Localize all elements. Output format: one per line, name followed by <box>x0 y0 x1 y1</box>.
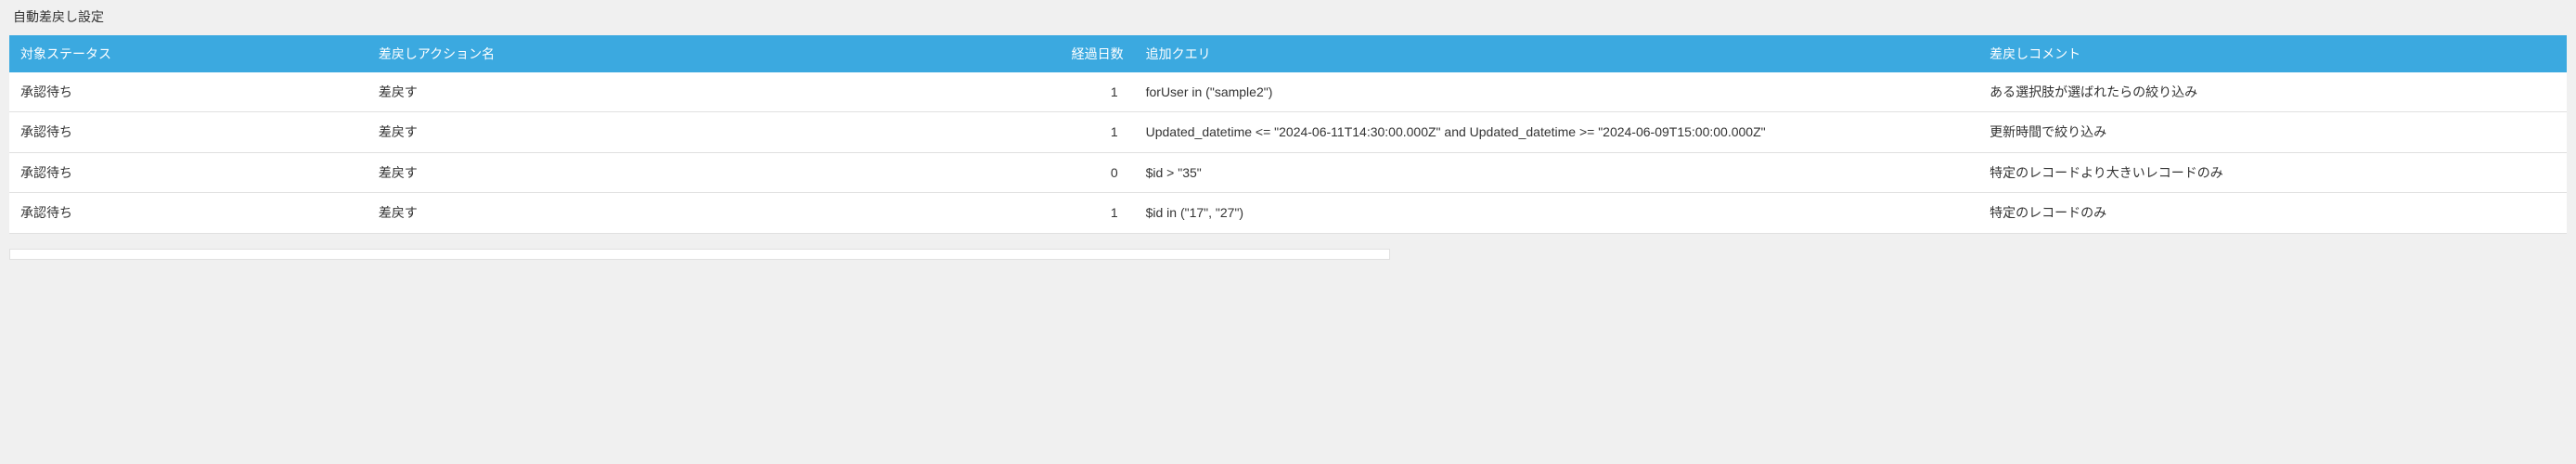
header-action: 差戻しアクション名 <box>367 35 726 72</box>
cell-comment: 更新時間で絞り込み <box>1978 112 2567 152</box>
cell-action: 差戻す <box>367 152 726 192</box>
cell-days: 1 <box>726 72 1135 112</box>
section-title: 自動差戻し設定 <box>9 0 2567 35</box>
cell-query: $id > "35" <box>1135 152 1978 192</box>
header-query: 追加クエリ <box>1135 35 1978 72</box>
table-row[interactable]: 承認待ち 差戻す 1 $id in ("17", "27") 特定のレコードのみ <box>9 193 2567 233</box>
header-comment: 差戻しコメント <box>1978 35 2567 72</box>
cell-days: 1 <box>726 112 1135 152</box>
header-days: 経過日数 <box>726 35 1135 72</box>
table-row[interactable]: 承認待ち 差戻す 1 forUser in ("sample2") ある選択肢が… <box>9 72 2567 112</box>
cell-status: 承認待ち <box>9 72 367 112</box>
cell-days: 0 <box>726 152 1135 192</box>
table-row[interactable]: 承認待ち 差戻す 0 $id > "35" 特定のレコードより大きいレコードのみ <box>9 152 2567 192</box>
table-header-row: 対象ステータス 差戻しアクション名 経過日数 追加クエリ 差戻しコメント <box>9 35 2567 72</box>
bottom-panel <box>9 249 1390 260</box>
table-row[interactable]: 承認待ち 差戻す 1 Updated_datetime <= "2024-06-… <box>9 112 2567 152</box>
cell-comment: ある選択肢が選ばれたらの絞り込み <box>1978 72 2567 112</box>
cell-days: 1 <box>726 193 1135 233</box>
cell-comment: 特定のレコードより大きいレコードのみ <box>1978 152 2567 192</box>
auto-return-settings-table: 対象ステータス 差戻しアクション名 経過日数 追加クエリ 差戻しコメント 承認待… <box>9 35 2567 234</box>
cell-status: 承認待ち <box>9 112 367 152</box>
cell-action: 差戻す <box>367 112 726 152</box>
header-status: 対象ステータス <box>9 35 367 72</box>
cell-query: forUser in ("sample2") <box>1135 72 1978 112</box>
cell-comment: 特定のレコードのみ <box>1978 193 2567 233</box>
cell-action: 差戻す <box>367 193 726 233</box>
cell-query: $id in ("17", "27") <box>1135 193 1978 233</box>
cell-query: Updated_datetime <= "2024-06-11T14:30:00… <box>1135 112 1978 152</box>
table-body: 承認待ち 差戻す 1 forUser in ("sample2") ある選択肢が… <box>9 72 2567 233</box>
cell-status: 承認待ち <box>9 193 367 233</box>
cell-status: 承認待ち <box>9 152 367 192</box>
cell-action: 差戻す <box>367 72 726 112</box>
